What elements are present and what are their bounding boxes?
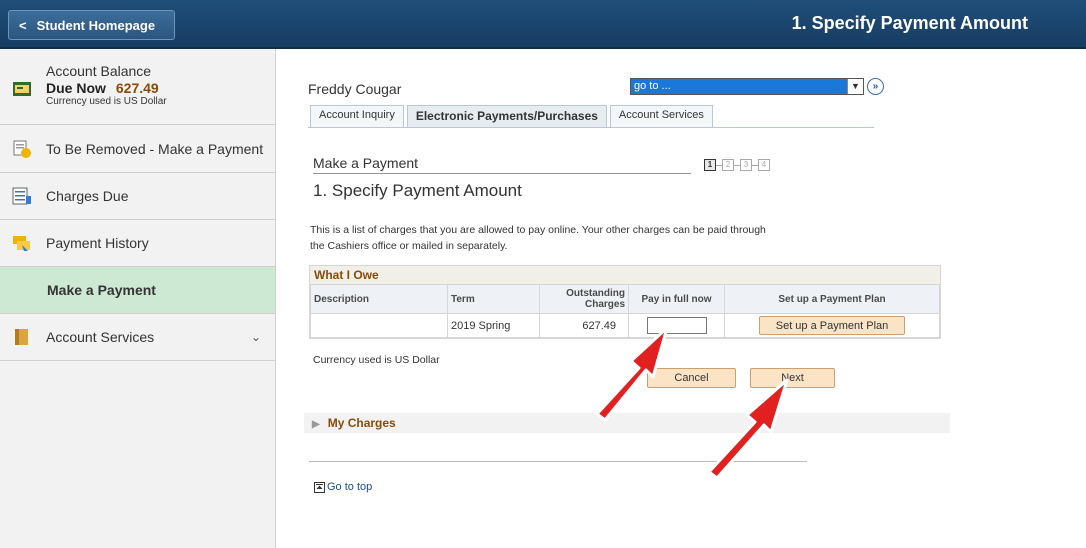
section-divider — [313, 173, 691, 174]
sidebar-item-label: Payment History — [46, 235, 149, 251]
sidebar-item-account-services[interactable]: Account Services ⌄ — [0, 314, 275, 361]
what-i-owe-table: Description Term Outstanding Charges Pay… — [310, 284, 940, 338]
col-pay-in-full: Pay in full now — [628, 284, 725, 314]
cell-description — [310, 313, 448, 338]
student-name: Freddy Cougar — [308, 81, 402, 97]
tab-bar: Account Inquiry Electronic Payments/Purc… — [310, 105, 716, 127]
go-to-top-label: Go to top — [327, 481, 373, 493]
my-charges-label: My Charges — [327, 416, 396, 430]
due-now-amount: 627.49 — [115, 80, 159, 96]
sidebar-item-label: Make a Payment — [47, 282, 156, 298]
col-outstanding: Outstanding Charges — [539, 284, 629, 314]
account-balance-label: Account Balance — [46, 63, 152, 79]
due-now-row: Due Now 627.49 — [46, 80, 167, 96]
table-row: 2019 Spring 627.49 Set up a Payment Plan — [310, 313, 940, 338]
sidebar-item-label: To Be Removed - Make a Payment — [46, 140, 264, 157]
chevron-left-icon: < — [19, 17, 27, 33]
step-1: 1 — [704, 159, 716, 171]
sidebar-item-label: Charges Due — [46, 188, 129, 204]
tab-electronic-payments[interactable]: Electronic Payments/Purchases — [406, 105, 607, 127]
table-header-row: Description Term Outstanding Charges Pay… — [310, 284, 940, 314]
step-4: 4 — [758, 159, 770, 171]
col-payment-plan: Set up a Payment Plan — [724, 284, 940, 314]
cancel-button[interactable]: Cancel — [647, 368, 736, 388]
step-indicator: 1 2 3 4 — [704, 159, 770, 171]
sub-title: 1. Specify Payment Amount — [313, 181, 522, 200]
cell-payment-plan: Set up a Payment Plan — [724, 313, 940, 338]
pay-in-full-input[interactable] — [646, 317, 707, 334]
sidebar-currency-note: Currency used is US Dollar — [46, 96, 167, 107]
sidebar-item-make-a-payment[interactable]: Make a Payment — [0, 267, 275, 314]
due-now-label: Due Now — [46, 80, 106, 96]
payment-icon — [13, 140, 31, 158]
expand-triangle-icon: ▶ — [312, 419, 320, 430]
sidebar-item-account-balance[interactable]: Account Balance Due Now 627.49 Currency u… — [0, 49, 275, 125]
next-button[interactable]: Next — [750, 368, 835, 388]
student-homepage-button[interactable]: < Student Homepage — [8, 10, 175, 40]
main-content: Freddy Cougar go to ... ▼ » Account Inqu… — [276, 49, 1086, 548]
cell-term: 2019 Spring — [447, 313, 540, 338]
what-i-owe-heading: What I Owe — [310, 266, 940, 284]
section-title: Make a Payment — [313, 155, 419, 171]
goto-select[interactable]: go to ... ▼ — [630, 78, 864, 95]
page-heading: 1. Specify Payment Amount — [791, 13, 1028, 33]
goto-value: go to ... — [634, 80, 671, 92]
go-to-top-icon — [314, 482, 325, 493]
sidebar: Account Balance Due Now 627.49 Currency u… — [0, 49, 276, 548]
folder-icon — [15, 329, 28, 345]
wallet-icon — [13, 82, 31, 96]
intro-text: This is a list of charges that you are a… — [310, 224, 766, 252]
go-to-top-link[interactable]: Go to top — [314, 481, 372, 493]
go-arrow-icon[interactable]: » — [867, 78, 884, 95]
what-i-owe-grid: What I Owe Description Term Outstanding … — [309, 265, 941, 339]
charges-list-icon — [12, 187, 31, 205]
col-description: Description — [310, 284, 448, 314]
currency-note: Currency used is US Dollar — [313, 354, 440, 366]
top-header: < Student Homepage 1. Specify Payment Am… — [0, 0, 1086, 49]
payment-history-icon — [13, 236, 30, 251]
my-charges-collapsible[interactable]: ▶ My Charges — [304, 413, 950, 433]
sidebar-item-payment-history[interactable]: Payment History — [0, 220, 275, 267]
sidebar-item-charges-due[interactable]: Charges Due — [0, 173, 275, 220]
student-homepage-label: Student Homepage — [36, 17, 156, 33]
cell-pay-in-full — [628, 313, 725, 338]
tab-account-services[interactable]: Account Services — [609, 105, 713, 127]
setup-payment-plan-button[interactable]: Set up a Payment Plan — [759, 316, 905, 335]
col-term: Term — [447, 284, 540, 314]
step-2: 2 — [722, 159, 734, 171]
sidebar-item-to-be-removed[interactable]: To Be Removed - Make a Payment — [0, 125, 275, 173]
tab-divider — [308, 127, 874, 128]
chevron-down-icon[interactable]: ⌄ — [251, 330, 261, 344]
dropdown-arrow-icon[interactable]: ▼ — [847, 79, 863, 94]
sidebar-item-label: Account Services — [46, 329, 155, 345]
step-3: 3 — [740, 159, 752, 171]
cell-outstanding: 627.49 — [539, 313, 629, 338]
tab-account-inquiry[interactable]: Account Inquiry — [310, 105, 404, 127]
bottom-divider — [309, 461, 807, 462]
